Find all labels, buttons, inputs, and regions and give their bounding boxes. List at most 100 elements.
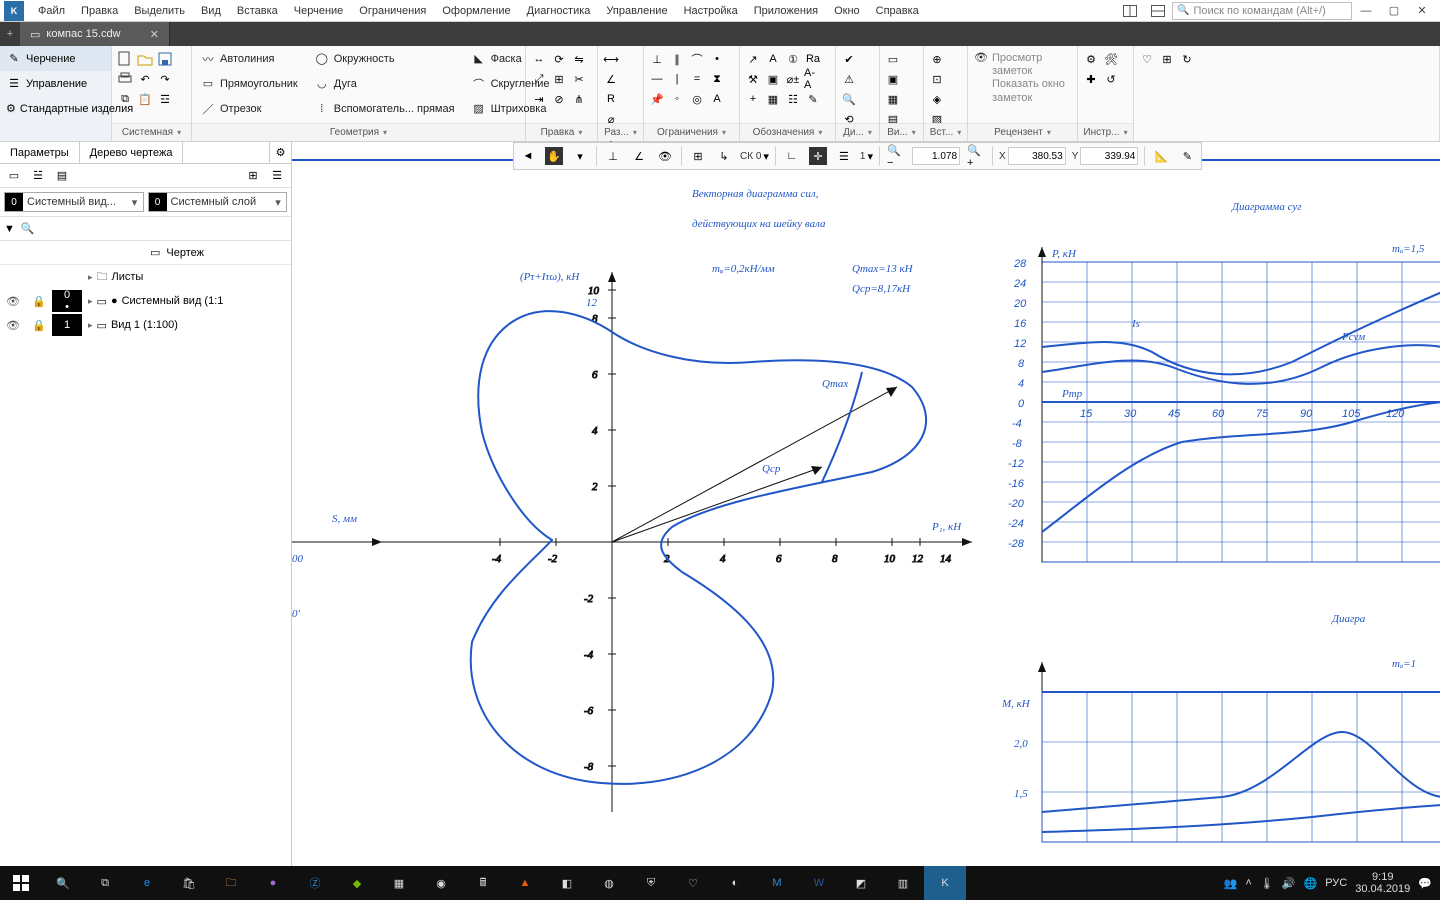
props-icon[interactable]: ☲ xyxy=(156,90,174,108)
save-icon[interactable] xyxy=(156,50,174,68)
constr-parallel-icon[interactable]: ∥ xyxy=(668,50,686,68)
datum-icon[interactable]: ▣ xyxy=(764,70,782,88)
view-combo[interactable]: 0 Системный вид... ▾ xyxy=(4,192,144,212)
panel-tab-tree[interactable]: Дерево чертежа xyxy=(80,142,184,163)
constr-horiz-icon[interactable]: — xyxy=(648,70,666,88)
new-tab-button[interactable]: + xyxy=(0,22,20,46)
tree-icon-4[interactable]: ⊞ xyxy=(244,167,262,185)
close-button[interactable]: ✕ xyxy=(1408,1,1436,21)
filter-icon[interactable]: ▼ xyxy=(4,223,15,235)
redo-icon[interactable]: ↷ xyxy=(156,70,174,88)
move-icon[interactable]: ↔ xyxy=(530,50,548,68)
menu-insert[interactable]: Вставка xyxy=(229,5,286,17)
ribbon-group-system[interactable]: Системная xyxy=(112,123,191,141)
balloon-icon[interactable]: ① xyxy=(784,50,802,68)
ortho-icon[interactable]: ∟ xyxy=(783,147,801,165)
panel-tab-params[interactable]: Параметры xyxy=(0,142,80,163)
tool4-icon[interactable]: ↺ xyxy=(1102,70,1120,88)
tab-close-icon[interactable]: ✕ xyxy=(150,28,159,41)
start-button[interactable] xyxy=(0,866,42,900)
tool-arc[interactable]: ◡Дуга xyxy=(312,76,359,92)
extend-icon[interactable]: ⇥ xyxy=(530,90,548,108)
menu-diagnostics[interactable]: Диагностика xyxy=(519,5,599,17)
mode-manage[interactable]: Управление xyxy=(26,78,87,90)
chrome-icon[interactable]: ◉ xyxy=(420,866,462,900)
mode-drafting[interactable]: Черчение xyxy=(26,53,76,65)
search-icon[interactable]: 🔍 xyxy=(42,866,84,900)
angle-icon[interactable]: ∠ xyxy=(630,147,648,165)
layer-combo[interactable]: 0 Системный слой ▾ xyxy=(148,192,288,212)
word-icon[interactable]: W xyxy=(798,866,840,900)
wot-icon[interactable]: ⛨ xyxy=(630,866,672,900)
axis-icon[interactable]: ↳ xyxy=(715,147,733,165)
tree-icon-1[interactable]: ▭ xyxy=(5,167,23,185)
kompas-icon[interactable]: K xyxy=(924,866,966,900)
steam-icon[interactable]: ◍ xyxy=(588,866,630,900)
print-icon[interactable] xyxy=(116,70,134,88)
measure-icon[interactable]: 📐 xyxy=(1152,147,1170,165)
maximize-button[interactable]: ▢ xyxy=(1380,1,1408,21)
explorer-icon[interactable]: 🗀 xyxy=(210,866,252,900)
tree-icon-5[interactable]: ☰ xyxy=(268,167,286,185)
caret-icon[interactable]: ◄ xyxy=(519,147,537,165)
dim-linear-icon[interactable]: ⟷ xyxy=(602,50,620,68)
menu-apps[interactable]: Приложения xyxy=(746,5,826,17)
trim-icon[interactable]: ✂ xyxy=(570,70,588,88)
tool-helper-line[interactable]: ⁞Вспомогатель... прямая xyxy=(312,101,457,117)
tree-root[interactable]: Чертеж xyxy=(166,247,204,259)
tool2-icon[interactable]: 🛠 xyxy=(1102,50,1120,68)
extra2-icon[interactable]: ⊞ xyxy=(1158,50,1176,68)
tray-caret-icon[interactable]: ˄ xyxy=(1245,877,1251,889)
tol-icon[interactable]: ⌀± xyxy=(784,70,802,88)
ins2-icon[interactable]: ⊡ xyxy=(928,70,946,88)
constr-coinc-icon[interactable]: • xyxy=(708,50,726,68)
view3-icon[interactable]: ▦ xyxy=(884,90,902,108)
scale-icon[interactable]: ⤢ xyxy=(530,70,548,88)
zona-icon[interactable]: Ⓩ xyxy=(294,866,336,900)
view1-icon[interactable]: ▭ xyxy=(884,50,902,68)
ribbon-group-insert[interactable]: Вст... xyxy=(924,123,967,141)
gog-icon[interactable]: ● xyxy=(252,866,294,900)
open-icon[interactable] xyxy=(136,50,154,68)
text-icon[interactable]: A xyxy=(764,50,782,68)
lock-toggle[interactable]: 🔒 xyxy=(26,295,52,308)
copy-icon[interactable]: ⧉ xyxy=(116,90,134,108)
split-icon[interactable]: ⋔ xyxy=(570,90,588,108)
view2-icon[interactable]: ▣ xyxy=(884,70,902,88)
eyedropper-icon[interactable]: ✎ xyxy=(1178,147,1196,165)
constr-conc-icon[interactable]: ◎ xyxy=(688,90,706,108)
table-icon[interactable]: ▦ xyxy=(764,90,782,108)
layout-toggle-2-icon[interactable] xyxy=(1144,1,1172,21)
store-icon[interactable]: 🛍 xyxy=(168,866,210,900)
constr-mid-icon[interactable]: ◦ xyxy=(668,90,686,108)
constr-auto-icon[interactable]: A xyxy=(708,90,726,108)
pan-icon[interactable]: ✋ xyxy=(545,147,563,165)
tree-view-0[interactable]: Системный вид (1:1 xyxy=(122,295,224,307)
perp-icon[interactable]: ⊥ xyxy=(604,147,622,165)
tool-chamfer[interactable]: ◣Фаска xyxy=(469,51,524,67)
constr-vert-icon[interactable]: | xyxy=(668,70,686,88)
layer-icon[interactable]: ☰ xyxy=(835,147,853,165)
ribbon-group-constraints[interactable]: Ограничения xyxy=(644,123,739,141)
notifications-icon[interactable]: 💬 xyxy=(1418,877,1432,890)
dropdown-icon[interactable]: ▾ xyxy=(571,147,589,165)
menu-draw[interactable]: Черчение xyxy=(286,5,352,17)
tool-autoline[interactable]: 〰Автолиния xyxy=(198,51,276,67)
menu-edit[interactable]: Правка xyxy=(73,5,126,17)
x-coord-input[interactable] xyxy=(1008,147,1066,165)
command-search-input[interactable]: Поиск по командам (Alt+/) xyxy=(1172,2,1352,20)
zoom-in-icon[interactable]: 🔍+ xyxy=(967,147,985,165)
constr-sym-icon[interactable]: ⧗ xyxy=(708,70,726,88)
ribbon-group-views[interactable]: Ви... xyxy=(880,123,923,141)
grid-icon[interactable]: ⊞ xyxy=(689,147,707,165)
people-icon[interactable]: 👥 xyxy=(1224,877,1238,890)
system-tray[interactable]: 👥 ˄ 🌡 🔊 🌐 РУС 9:19 30.04.2019 💬 xyxy=(1216,871,1440,895)
ribbon-group-geometry[interactable]: Геометрия xyxy=(192,123,525,141)
rough-icon[interactable]: Ra xyxy=(804,50,822,68)
tree-filter-input[interactable] xyxy=(41,220,287,238)
zoom-out-icon[interactable]: 🔍− xyxy=(887,147,905,165)
break-icon[interactable]: ⊘ xyxy=(550,90,568,108)
ribbon-group-dim[interactable]: Раз... xyxy=(598,123,643,141)
cs-field[interactable]: СК 0 xyxy=(740,151,761,162)
diag1-icon[interactable]: ✔ xyxy=(840,50,858,68)
